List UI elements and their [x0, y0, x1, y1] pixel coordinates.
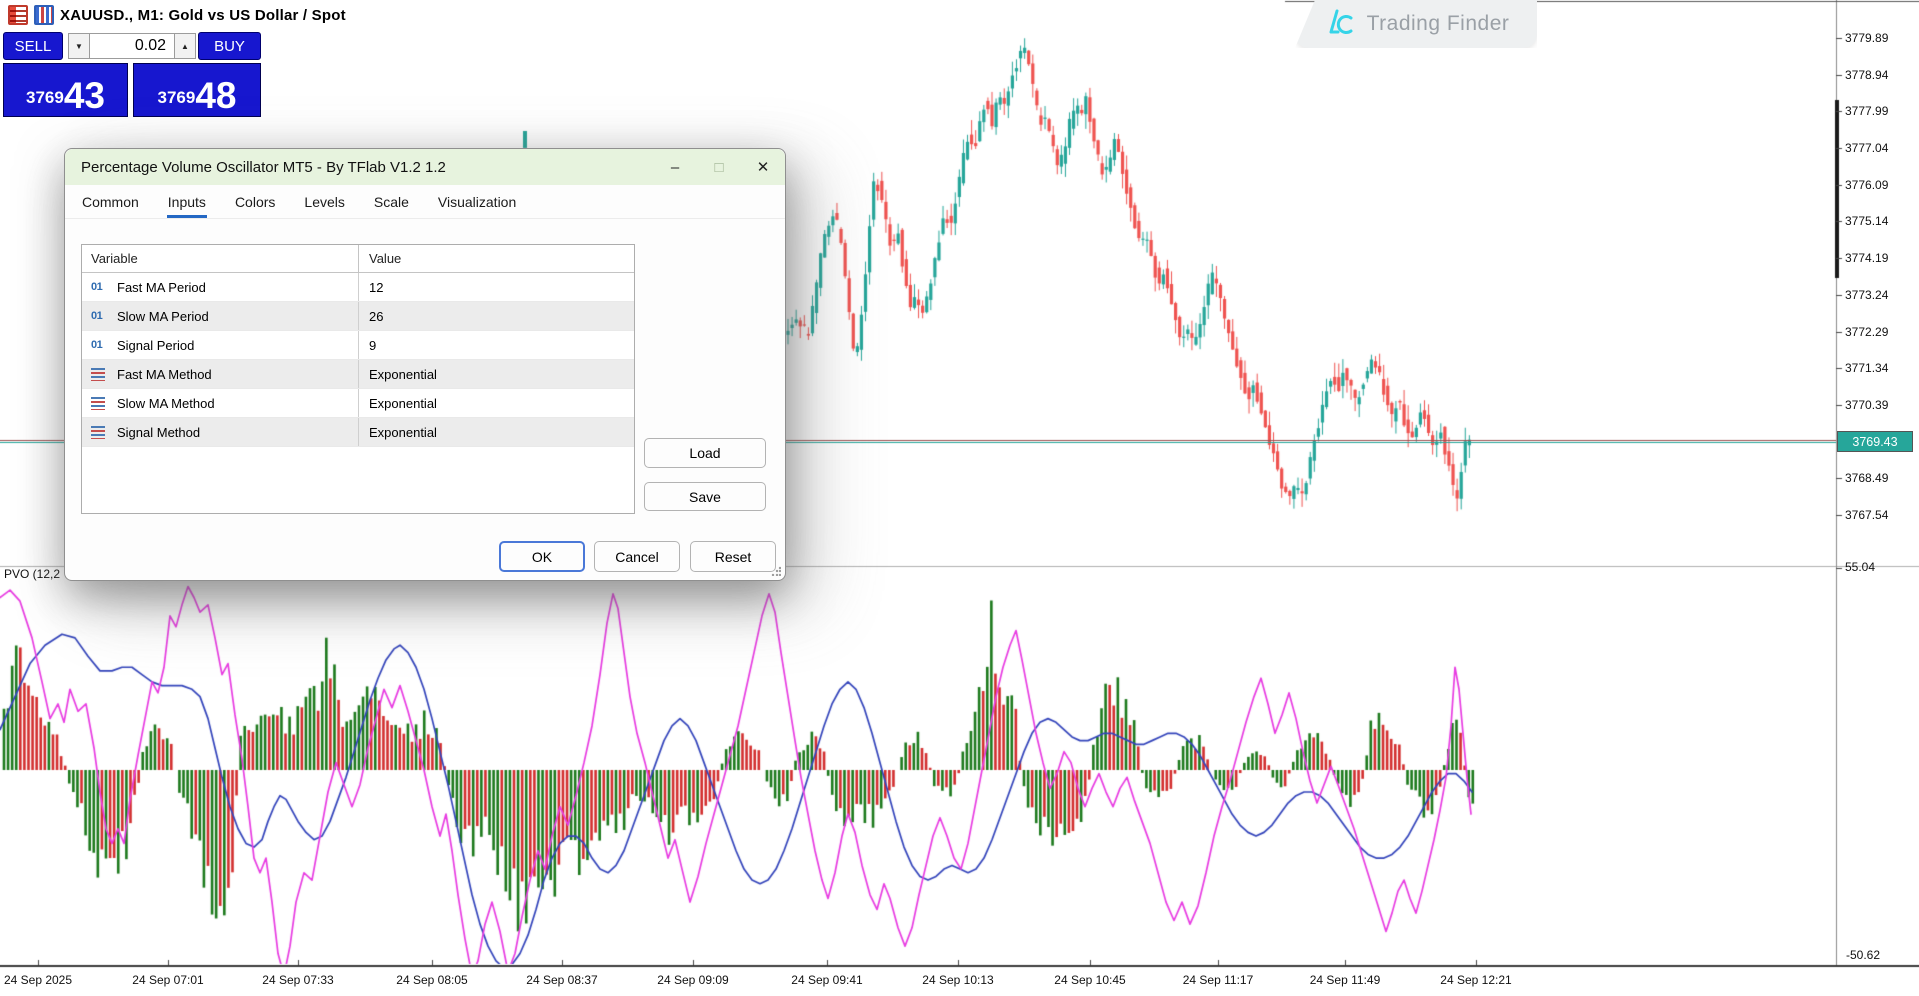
- parameter-name: Signal Period: [117, 338, 194, 353]
- one-click-trade-panel: SELL ▼ ▲ BUY 3769 43 3769 48: [3, 30, 261, 118]
- time-axis-label: 24 Sep 12:21: [1440, 973, 1511, 987]
- indicator-name-label: PVO (12,2: [4, 567, 60, 581]
- parameters-table: Variable Value 01 Fast MA Period 12 01 Slow …: [81, 244, 635, 514]
- volume-decrease-button[interactable]: ▼: [68, 33, 90, 59]
- ok-button[interactable]: OK: [499, 541, 585, 572]
- parameter-value[interactable]: 9: [358, 331, 634, 359]
- table-header-row: Variable Value: [82, 245, 634, 273]
- time-axis-label: 24 Sep 09:09: [657, 973, 728, 987]
- bid-price-pips: 43: [64, 80, 105, 111]
- price-axis-label: 3779.89: [1845, 31, 1888, 45]
- time-axis-label: 24 Sep 10:13: [922, 973, 993, 987]
- price-axis-label: 3772.29: [1845, 325, 1888, 339]
- table-row[interactable]: Slow MA Method Exponential: [82, 389, 634, 418]
- mt5-chart-window: XAUUSD., M1: Gold vs US Dollar / Spot SE…: [0, 0, 1919, 996]
- tab-inputs[interactable]: Inputs: [167, 188, 207, 218]
- parameter-name: Slow MA Method: [117, 396, 215, 411]
- tab-colors[interactable]: Colors: [234, 188, 276, 218]
- indicator-settings-dialog: Percentage Volume Oscillator MT5 - By TF…: [64, 148, 786, 581]
- save-button[interactable]: Save: [644, 482, 766, 511]
- time-axis-label: 24 Sep 09:41: [791, 973, 862, 987]
- price-axis-label: 3767.54: [1845, 508, 1888, 522]
- indicator-max-label: 55.04: [1845, 560, 1875, 574]
- parameter-value[interactable]: 12: [358, 273, 634, 301]
- ask-price-whole: 3769: [158, 88, 196, 108]
- table-row[interactable]: 01 Slow MA Period 26: [82, 302, 634, 331]
- depth-of-market-icon: [8, 5, 28, 25]
- trading-finder-logo-icon: [1323, 8, 1357, 40]
- load-button[interactable]: Load: [644, 438, 766, 468]
- time-axis-label: 24 Sep 07:01: [132, 973, 203, 987]
- numeric-parameter-icon: 01: [91, 339, 109, 351]
- watermark-text: Trading Finder: [1367, 12, 1510, 36]
- value-column-header: Value: [358, 245, 634, 272]
- price-axis-label: 3774.19: [1845, 251, 1888, 265]
- window-buttons: –□✕: [653, 149, 785, 185]
- table-row[interactable]: Signal Method Exponential: [82, 418, 634, 447]
- dialog-tabs: Common Inputs Colors Levels Scale Visualizati…: [65, 185, 785, 219]
- volume-input[interactable]: [90, 33, 174, 59]
- price-axis-label: 3768.49: [1845, 471, 1888, 485]
- reset-button[interactable]: Reset: [690, 541, 776, 572]
- numeric-parameter-icon: 01: [91, 310, 109, 322]
- price-axis-label: 3775.14: [1845, 214, 1888, 228]
- resize-grip[interactable]: [771, 566, 781, 576]
- parameter-name: Slow MA Period: [117, 309, 209, 324]
- time-axis-label: 24 Sep 07:33: [262, 973, 333, 987]
- enum-parameter-icon: [91, 368, 105, 381]
- parameter-name: Fast MA Method: [117, 367, 212, 382]
- chart-type-icon: [34, 5, 54, 25]
- parameter-value[interactable]: Exponential: [358, 360, 634, 388]
- table-row[interactable]: 01 Signal Period 9: [82, 331, 634, 360]
- current-price-badge: 3769.43: [1837, 431, 1913, 452]
- ask-price-display: 3769 48: [133, 63, 261, 117]
- numeric-parameter-icon: 01: [91, 281, 109, 293]
- enum-parameter-icon: [91, 397, 105, 410]
- price-axis-label: 3771.34: [1845, 361, 1888, 375]
- parameter-value[interactable]: Exponential: [358, 418, 634, 446]
- table-row[interactable]: Fast MA Method Exponential: [82, 360, 634, 389]
- price-axis-label: 3777.99: [1845, 104, 1888, 118]
- bid-price-display: 3769 43: [3, 63, 128, 117]
- time-axis-label: 24 Sep 08:37: [526, 973, 597, 987]
- time-axis-label: 24 Sep 08:05: [396, 973, 467, 987]
- indicator-min-label: -50.62: [1846, 948, 1880, 962]
- symbol-title: XAUUSD., M1: Gold vs US Dollar / Spot: [60, 7, 346, 24]
- price-axis-label: 3773.24: [1845, 288, 1888, 302]
- time-axis-label: 24 Sep 2025: [4, 973, 72, 987]
- variable-column-header: Variable: [82, 245, 358, 272]
- ask-price-pips: 48: [195, 80, 236, 111]
- buy-button[interactable]: BUY: [198, 32, 261, 60]
- price-axis-label: 3776.09: [1845, 178, 1888, 192]
- time-axis-label: 24 Sep 11:49: [1310, 973, 1381, 987]
- tab-levels[interactable]: Levels: [303, 188, 345, 218]
- time-axis-label: 24 Sep 10:45: [1054, 973, 1125, 987]
- table-rows: 01 Fast MA Period 12 01 Slow MA Period 26 01 Si…: [82, 273, 634, 447]
- parameter-value[interactable]: Exponential: [358, 389, 634, 417]
- tab-scale[interactable]: Scale: [373, 188, 410, 218]
- symbol-header: XAUUSD., M1: Gold vs US Dollar / Spot: [8, 5, 346, 25]
- volume-increase-button[interactable]: ▲: [174, 33, 196, 59]
- price-axis-label: 3770.39: [1845, 398, 1888, 412]
- price-axis-label: 3778.94: [1845, 68, 1888, 82]
- minimize-button[interactable]: –: [653, 149, 697, 185]
- close-button[interactable]: ✕: [741, 149, 785, 185]
- tab-common[interactable]: Common: [81, 188, 140, 218]
- tab-visualization[interactable]: Visualization: [437, 188, 517, 218]
- cancel-button[interactable]: Cancel: [594, 541, 680, 572]
- price-axis-label: 3777.04: [1845, 141, 1888, 155]
- parameter-value[interactable]: 26: [358, 302, 634, 330]
- maximize-button[interactable]: □: [697, 149, 741, 185]
- dialog-title-bar[interactable]: Percentage Volume Oscillator MT5 - By TF…: [65, 149, 785, 185]
- dialog-title: Percentage Volume Oscillator MT5 - By TF…: [81, 159, 653, 176]
- bid-price-whole: 3769: [26, 88, 64, 108]
- table-row[interactable]: 01 Fast MA Period 12: [82, 273, 634, 302]
- parameter-name: Fast MA Period: [117, 280, 206, 295]
- sell-button[interactable]: SELL: [3, 32, 63, 60]
- time-axis-label: 24 Sep 11:17: [1183, 973, 1254, 987]
- trading-finder-watermark: Trading Finder: [1295, 0, 1537, 48]
- parameter-name: Signal Method: [117, 425, 200, 440]
- enum-parameter-icon: [91, 426, 105, 439]
